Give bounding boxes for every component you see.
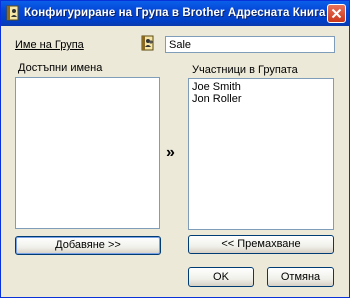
available-names-list[interactable] xyxy=(15,77,160,229)
close-icon xyxy=(331,8,342,19)
transfer-arrows: » xyxy=(166,144,175,161)
add-button[interactable]: Добавяне >> xyxy=(15,236,161,255)
title-bar[interactable]: Конфигуриране на Група в Brother Адресна… xyxy=(1,1,349,26)
address-book-icon xyxy=(6,5,19,21)
group-name-label: Име на Група xyxy=(15,39,84,51)
close-button[interactable] xyxy=(327,4,346,23)
address-book-icon xyxy=(141,35,154,51)
remove-button[interactable]: << Премахване xyxy=(188,235,334,254)
cancel-button[interactable]: Отмяна xyxy=(267,267,334,287)
list-item[interactable]: Jon Roller xyxy=(189,93,333,105)
window-title: Конфигуриране на Група в Brother Адресна… xyxy=(24,7,326,19)
ok-button[interactable]: OK xyxy=(188,267,254,287)
group-members-list[interactable]: Joe Smith Jon Roller xyxy=(188,78,334,230)
group-members-label: Участници в Групата xyxy=(192,64,298,76)
group-name-input[interactable] xyxy=(165,36,335,53)
list-item[interactable]: Joe Smith xyxy=(189,81,333,93)
dialog-window: Конфигуриране на Група в Brother Адресна… xyxy=(0,0,350,298)
available-names-label: Достъпни имена xyxy=(18,62,103,74)
